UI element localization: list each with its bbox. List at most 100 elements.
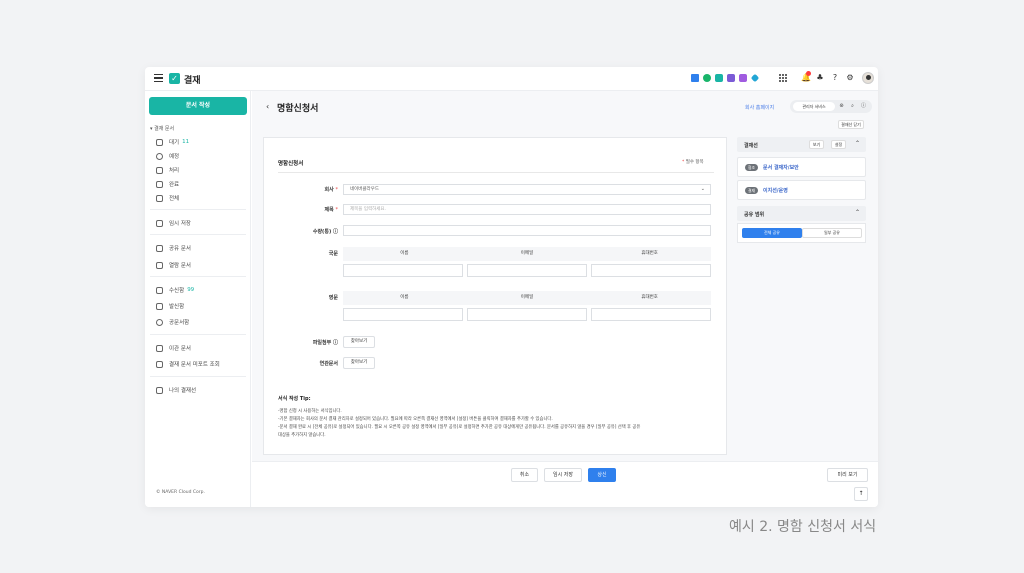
sidebar-item-scheduled[interactable]: 예정 [156,152,179,160]
settings-button[interactable]: 설정 [831,140,846,149]
temp-save-button[interactable]: 임시 저장 [544,468,582,482]
sidebar-item-official[interactable]: 공문서함 [156,318,189,326]
column-phone: 휴대번호 [641,295,658,300]
share-scope-header: 공유 범위 ⌃ [737,206,866,221]
home-icon[interactable] [691,74,699,82]
close-approval-line-button[interactable]: 결재선 닫기 [838,120,864,129]
tip-title: 서식 작성 Tip: [278,396,311,402]
approval-tag: 결재 [745,187,758,194]
tip-line: -문서 결재 완료 시 [전체 공유]로 설정되어 있습니다. 필요 시 오른쪽… [278,425,641,430]
mail-icon[interactable] [715,74,723,82]
approval-line-icon [156,386,163,394]
english-phone-input[interactable] [591,308,711,321]
sidebar-item-my-line[interactable]: 나의 결재선 [156,386,196,394]
caption: 예시 2. 명함 신청서 서식 [729,519,877,535]
korean-email-input[interactable] [467,264,587,277]
settings-icon[interactable]: ⚙ [845,73,855,83]
chevron-left-icon[interactable]: ‹ [266,102,269,111]
sidebar-divider [150,376,246,377]
quantity-input[interactable] [343,225,711,236]
share-scope-toggle: 전체 공유 일부 공유 [737,223,866,243]
preview-button[interactable]: 미리 보기 [827,468,868,482]
related-find-button[interactable]: 찾아보기 [343,357,375,369]
sidebar-item-completed[interactable]: 완료 [156,180,179,188]
sidebar-item-report[interactable]: 결재 문서 미포트 조회 [156,360,220,368]
inbox-icon [156,286,163,294]
write-document-button[interactable]: 문서 작성 [149,97,247,115]
admin-service-button[interactable]: 관리자 서비스 [793,102,835,111]
share-partial-button[interactable]: 일부 공유 [802,228,862,238]
chevron-up-icon[interactable]: ⌃ [855,140,860,147]
sidebar-item-draft[interactable]: 임시 저장 [156,219,191,227]
top-bar: ✓ 결재 🔔 ♣ ? ⚙ [145,67,878,91]
clock-icon [156,152,163,160]
sidebar-divider [150,234,246,235]
info-icon: ⓘ [332,340,338,346]
view-button[interactable]: 보기 [809,140,824,149]
hourglass-icon [156,138,163,146]
inbox-count: 99 [187,287,195,293]
sidebar-item-inbox[interactable]: 수신함 99 [156,286,194,294]
share-doc-icon [156,244,163,252]
sidebar-item-shared[interactable]: 공유 문서 [156,244,191,252]
cancel-button[interactable]: 취소 [511,468,538,482]
form-card: 명함신청서 * 필수 항목 회사 * 네이버클라우드 ⌄ 제목 * 제목을 입력하… [263,137,727,455]
avatar[interactable] [862,72,874,84]
app-window: ✓ 결재 🔔 ♣ ? ⚙ 문서 작성 ▾ 결재 문서 대기 11 예정 처리 완… [145,67,878,507]
service-icons [691,73,760,83]
org-icon[interactable]: ♣ [815,73,825,83]
sidebar-item-outbox[interactable]: 발신함 [156,302,184,310]
approval-section-label[interactable]: ▾ 결재 문서 [150,125,174,132]
talk-icon[interactable] [703,74,711,82]
submit-button[interactable]: 상신 [588,468,616,482]
approval-line-item[interactable]: 결재 이지선/운영 [737,180,866,200]
approval-logo-icon: ✓ [169,73,180,84]
attach-find-button[interactable]: 찾아보기 [343,336,375,348]
korean-table-header: 이름 이메일 휴대번호 [343,247,711,261]
copyright: © NAVER Cloud Corp. [156,490,205,495]
menu-icon[interactable] [154,74,163,82]
sidebar-item-all[interactable]: 전체 [156,194,179,202]
korean-name-input[interactable] [343,264,463,277]
official-doc-icon [156,318,163,326]
help-icon[interactable]: ? [830,73,840,83]
sidebar-divider [150,276,246,277]
title-input[interactable]: 제목을 입력하세요. [343,204,711,215]
chevron-down-icon: ⌄ [700,186,705,192]
page-title: 명함신청서 [277,104,319,114]
drive-icon[interactable] [750,73,760,83]
tip-line: 대상을 추가하지 않습니다. [278,433,326,438]
sidebar-item-processed[interactable]: 처리 [156,166,179,174]
sidebar: 문서 작성 ▾ 결재 문서 대기 11 예정 처리 완료 전체 임시 저장 공유… [145,91,251,507]
info-icon[interactable]: ⓘ [860,103,867,110]
notification-badge [806,71,811,76]
search-icon[interactable]: ⌕ [849,103,856,110]
company-select[interactable]: 네이버클라우드 ⌄ [343,184,711,195]
sidebar-item-pending[interactable]: 대기 11 [156,138,189,146]
korean-table-row [343,264,711,277]
apps-grid-icon[interactable] [779,74,787,82]
sidebar-item-migrated[interactable]: 이관 문서 [156,344,191,352]
korean-phone-input[interactable] [591,264,711,277]
english-email-input[interactable] [467,308,587,321]
calendar-icon[interactable] [727,74,735,82]
note-icon[interactable] [739,74,747,82]
related-doc-label: 연관문서 [319,361,338,367]
title-label: 제목 * [324,207,338,213]
sidebar-divider [150,209,246,210]
required-note: * 필수 항목 [682,160,704,165]
chevron-up-icon[interactable]: ⌃ [855,209,860,216]
attachment-label: 파일첨부 ⓘ [312,340,338,346]
form-heading: 명함신청서 [278,161,304,167]
english-table-row [343,308,711,321]
draft-icon [156,219,163,227]
sidebar-item-viewed[interactable]: 열람 문서 [156,261,191,269]
star-icon[interactable]: ⊛ [838,103,845,110]
check-doc-icon [156,180,163,188]
english-name-input[interactable] [343,308,463,321]
column-email: 이메일 [520,295,534,300]
share-all-button[interactable]: 전체 공유 [742,228,802,238]
approval-line-item[interactable]: 협조 문서 결재자/보안 [737,157,866,177]
arrow-up-icon[interactable]: ↑ [854,487,868,501]
company-home-link[interactable]: 회사 홈페이지 [745,104,774,111]
